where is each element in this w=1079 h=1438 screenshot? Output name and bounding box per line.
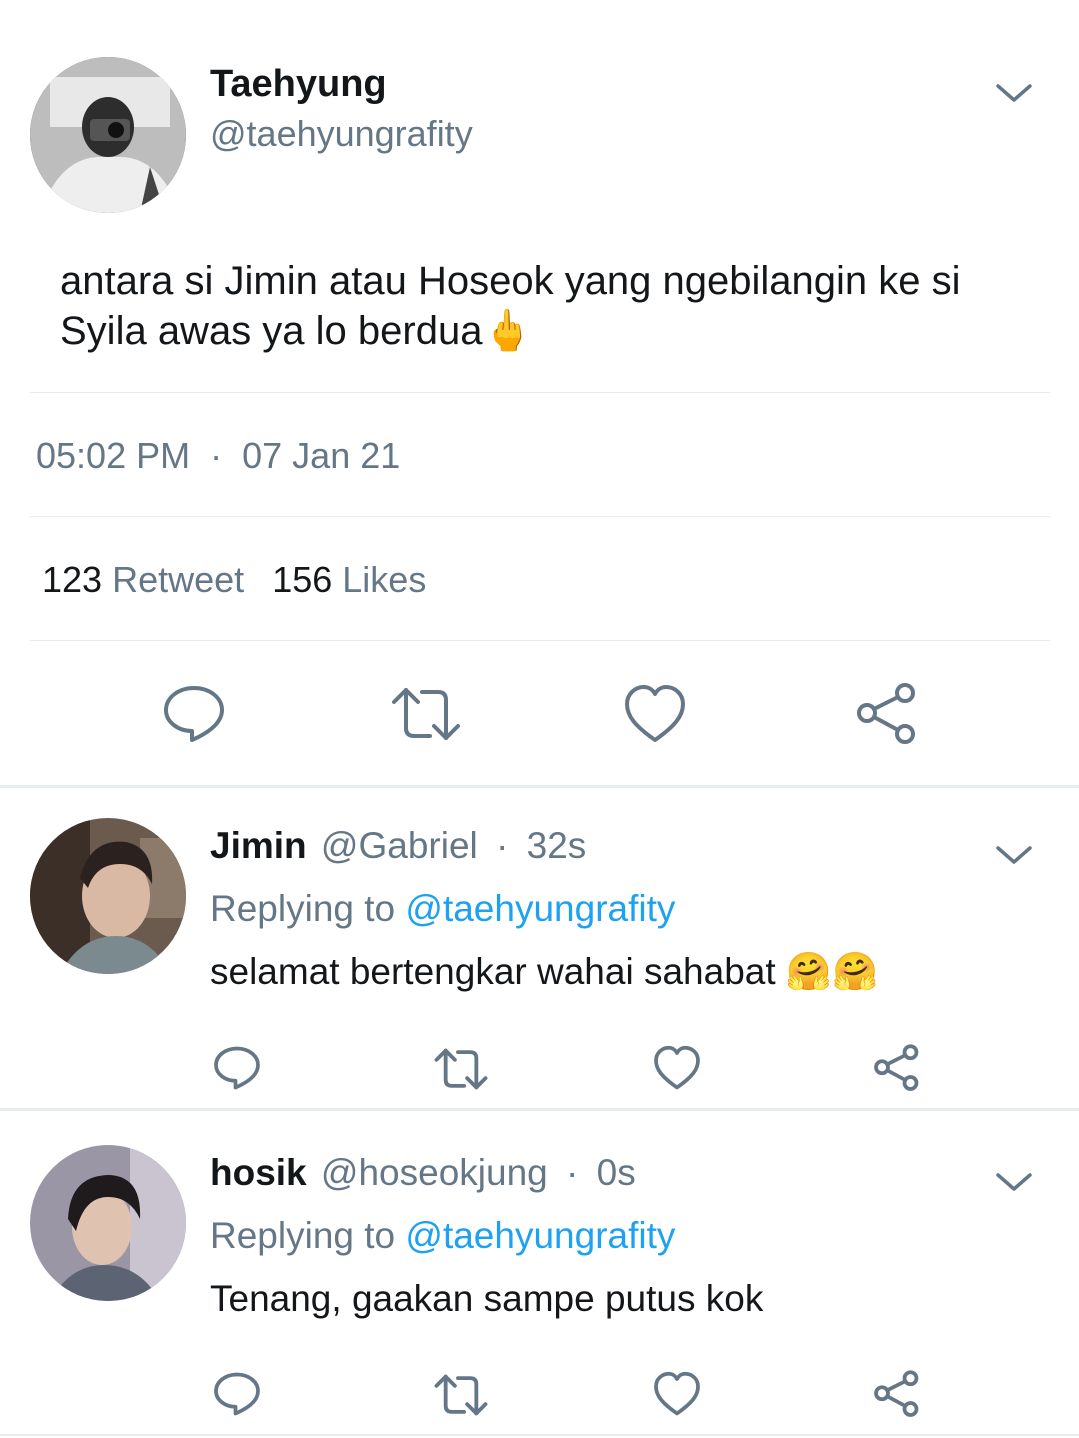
replying-to: Replying to @taehyungrafity [210,1214,675,1258]
chevron-down-icon[interactable] [994,1161,1034,1201]
tweet-text: antara si Jimin atau Hoseok yang ngebila… [60,256,1020,356]
like-count[interactable]: 156 [272,559,332,600]
replying-to-link[interactable]: @taehyungrafity [405,1215,675,1256]
replying-to-label: Replying to [210,888,396,929]
share-icon[interactable] [873,1044,921,1092]
like-icon[interactable] [653,1370,701,1418]
divider [30,516,1050,517]
avatar-jimin[interactable] [30,818,186,974]
reply-author-name[interactable]: Jimin [210,825,307,866]
replying-to: Replying to @taehyungrafity [210,887,675,931]
retweet-icon[interactable] [390,684,462,744]
reply-author-handle[interactable]: @Gabriel [321,825,478,866]
retweet-icon[interactable] [433,1046,489,1092]
tweet-timestamp: 05:02 PM · 07 Jan 21 [36,434,400,478]
divider [30,392,1050,393]
section-divider [0,785,1079,788]
reply-text: selamat bertengkar wahai sahabat 🤗🤗 [210,950,878,994]
dot-separator: · [496,825,509,866]
chevron-down-icon[interactable] [994,834,1034,874]
chevron-down-icon[interactable] [994,72,1034,112]
avatar-taehyung[interactable] [30,57,186,213]
tweet-stats: 123 Retweet 156 Likes [42,558,426,602]
avatar-hosik[interactable] [30,1145,186,1301]
reply-icon[interactable] [213,1370,261,1418]
retweet-count[interactable]: 123 [42,559,102,600]
tweet-date: 07 Jan 21 [242,435,401,476]
reply-time: 32s [526,825,587,866]
retweet-label[interactable]: Retweet [112,559,244,600]
section-divider [0,1108,1079,1111]
author-handle[interactable]: @taehyungrafity [210,112,473,156]
dot-separator: · [566,1152,579,1193]
tweet-time: 05:02 PM [36,435,191,476]
reply-header: Jimin @Gabriel · 32s [210,824,586,868]
like-icon[interactable] [623,682,687,746]
dot-separator: · [210,435,223,476]
like-label[interactable]: Likes [342,559,426,600]
retweet-icon[interactable] [433,1372,489,1418]
reply-icon[interactable] [162,682,226,746]
share-icon[interactable] [873,1370,921,1418]
reply-author-name[interactable]: hosik [210,1152,307,1193]
like-icon[interactable] [653,1044,701,1092]
reply-emoji: 🤗🤗 [785,951,879,992]
share-icon[interactable] [855,682,919,746]
replying-to-label: Replying to [210,1215,396,1256]
reply-header: hosik @hoseokjung · 0s [210,1151,636,1195]
reply-time: 0s [596,1152,636,1193]
reply-text: Tenang, gaakan sampe putus kok [210,1277,763,1321]
reply-author-handle[interactable]: @hoseokjung [321,1152,548,1193]
author-name[interactable]: Taehyung [210,62,387,106]
replying-to-link[interactable]: @taehyungrafity [405,888,675,929]
tweet-emoji: 🖕 [482,309,533,353]
divider [30,640,1050,641]
reply-text-body: selamat bertengkar wahai sahabat [210,951,776,992]
section-divider [0,1434,1079,1436]
reply-text-body: Tenang, gaakan sampe putus kok [210,1278,764,1319]
reply-icon[interactable] [213,1044,261,1092]
